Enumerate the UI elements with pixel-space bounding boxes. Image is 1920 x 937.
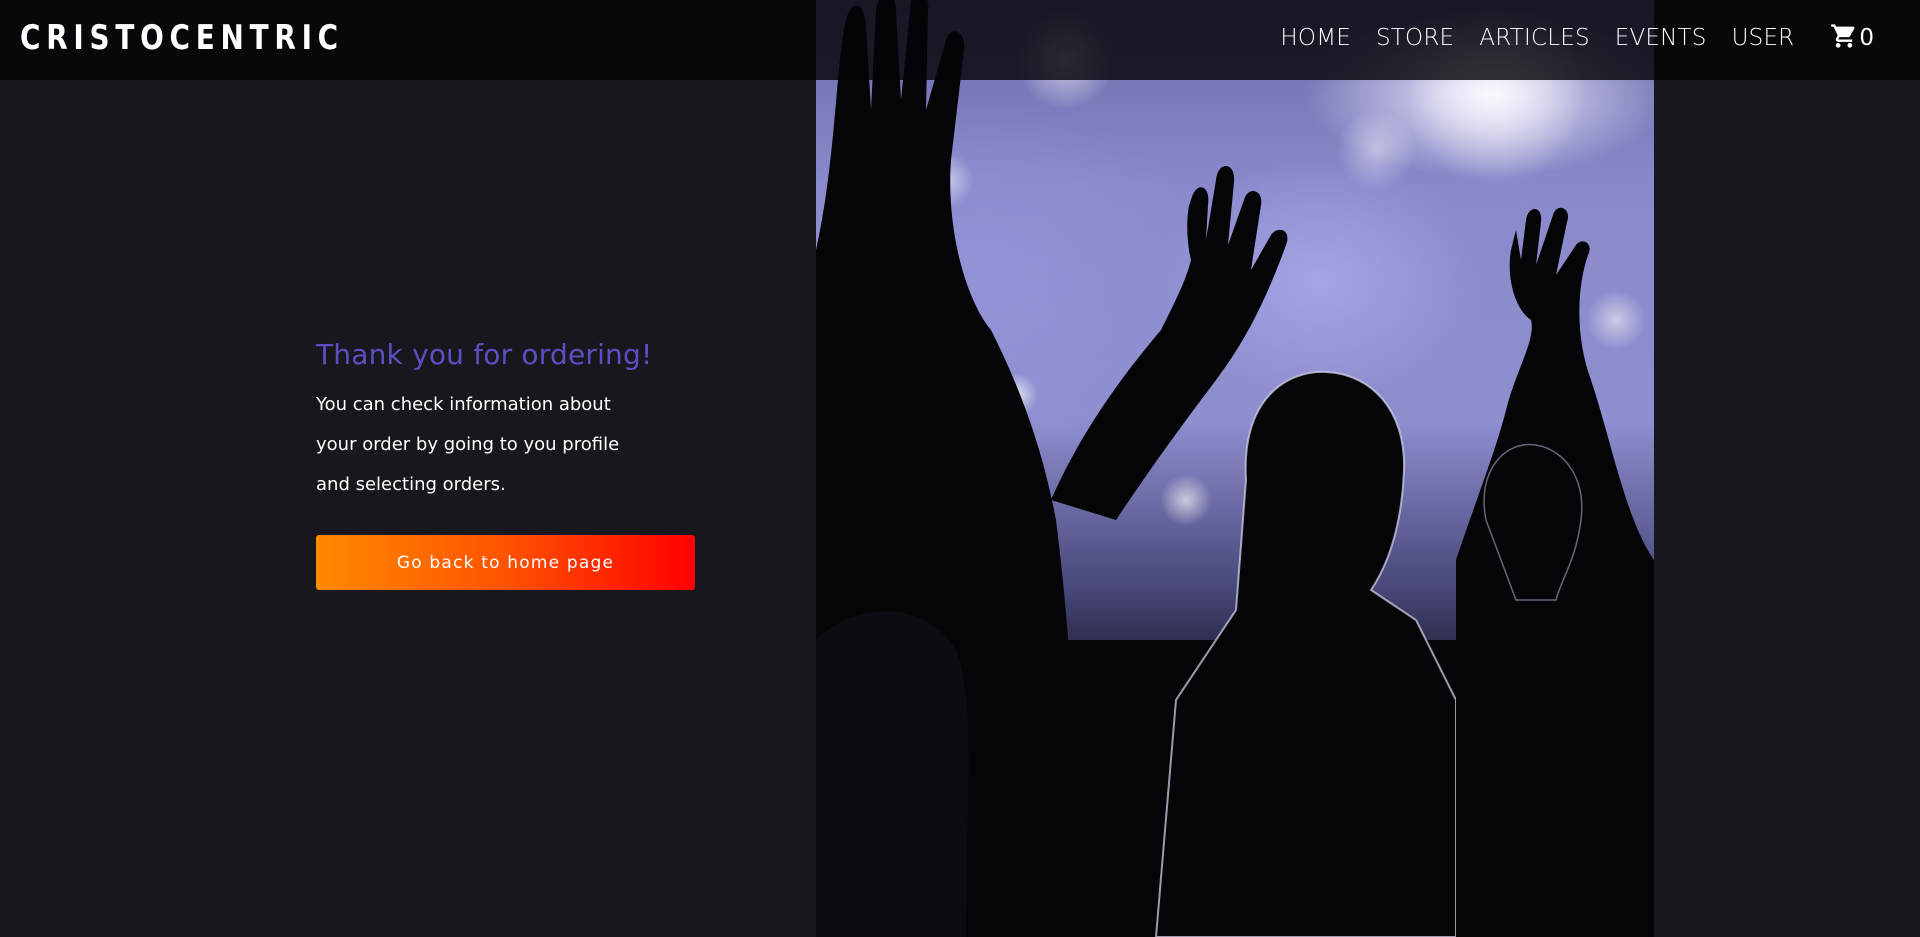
nav-user-link[interactable]: USER <box>1732 25 1795 51</box>
order-info-text: You can check information about your ord… <box>316 394 620 495</box>
cart-count: 0 <box>1859 25 1874 51</box>
nav-articles-link[interactable]: ARTICLES <box>1479 25 1589 51</box>
crowd-silhouette-graphic <box>816 0 1654 937</box>
nav-store-link[interactable]: STORE <box>1376 25 1454 51</box>
nav-links: HOME STORE ARTICLES EVENTS USER 0 <box>1280 22 1874 54</box>
page: CRISTOCENTRIC HOME STORE ARTICLES EVENTS… <box>0 0 1920 937</box>
shopping-cart-icon <box>1829 22 1859 54</box>
site-logo[interactable]: CRISTOCENTRIC <box>20 18 344 58</box>
order-confirmation: Thank you for ordering! You can check in… <box>316 338 716 590</box>
thank-you-title: Thank you for ordering! <box>316 338 653 371</box>
hero-image <box>816 0 1654 937</box>
go-home-button[interactable]: Go back to home page <box>316 535 695 590</box>
top-navbar: CRISTOCENTRIC HOME STORE ARTICLES EVENTS… <box>0 0 1920 80</box>
cart-button[interactable]: 0 <box>1829 22 1874 54</box>
nav-events-link[interactable]: EVENTS <box>1615 25 1707 51</box>
nav-home-link[interactable]: HOME <box>1280 25 1351 51</box>
